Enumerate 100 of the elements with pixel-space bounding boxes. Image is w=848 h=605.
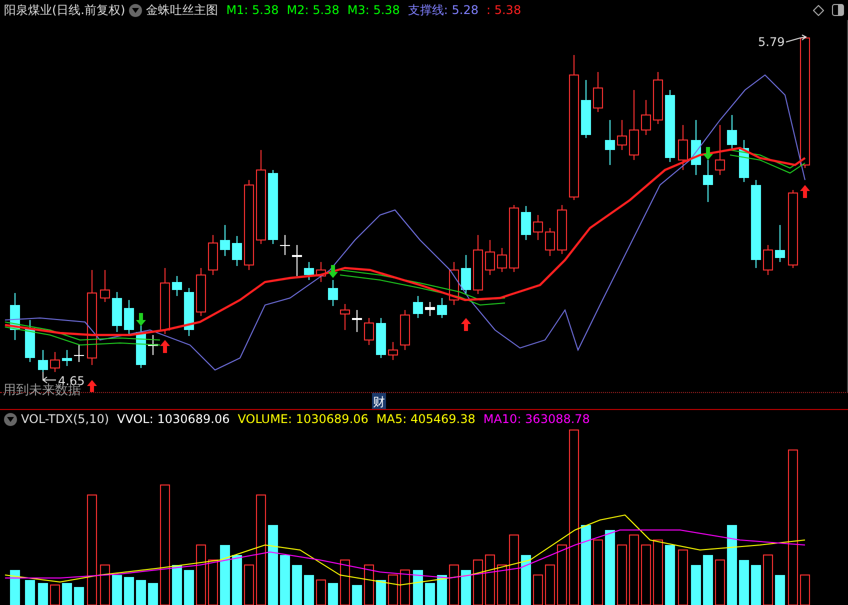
- axis-marker-label: 财: [372, 393, 386, 409]
- diamond-icon[interactable]: [813, 4, 824, 16]
- volume-bar: [739, 560, 749, 605]
- volume-bar: [400, 570, 410, 605]
- volume-bar: [220, 545, 230, 605]
- volume-bar: [208, 560, 218, 605]
- legend-value: VOLUME: 1030689.06: [238, 411, 368, 428]
- volume-bar: [25, 580, 35, 605]
- volume-bar: [196, 544, 206, 605]
- candlestick: [328, 280, 338, 306]
- candlestick: [74, 344, 84, 362]
- candlestick: [316, 262, 326, 282]
- volume-bar: [136, 580, 146, 605]
- volume-bar: [545, 564, 555, 605]
- volume-bar: [112, 575, 122, 605]
- candlestick: [509, 204, 519, 272]
- candlestick: [763, 244, 773, 276]
- candlestick: [461, 254, 471, 296]
- candlestick: [617, 120, 627, 150]
- indicator-name[interactable]: 金蛛吐丝主图: [146, 1, 218, 19]
- panel-toggle-icon[interactable]: [832, 4, 844, 16]
- volume-bar: [292, 565, 302, 605]
- candlestick: [25, 320, 35, 362]
- legend-value: : 5.38: [486, 2, 522, 19]
- volume-bar: [388, 574, 398, 605]
- stock-title: 阳泉煤业(日线.前复权): [4, 2, 126, 19]
- legend-value: VVOL: 1030689.06: [117, 411, 230, 428]
- volume-bar: [425, 583, 435, 605]
- buy-arrow-icon: [461, 318, 471, 331]
- volume-bar: [751, 565, 761, 605]
- candlestick: [629, 90, 639, 160]
- volume-bar: [485, 554, 495, 605]
- volume-bar: [352, 585, 362, 605]
- volume-bar: [678, 550, 688, 605]
- volume-bar: [497, 564, 507, 605]
- legend-value: M3: 5.38: [347, 2, 400, 19]
- candlestick: [485, 240, 495, 276]
- candlestick: [413, 296, 423, 318]
- candlestick: [775, 224, 785, 262]
- sell-arrow-icon: [703, 147, 713, 160]
- candlestick: [364, 318, 374, 346]
- candlestick: [653, 72, 663, 124]
- high-pointer-arrow: [786, 34, 807, 42]
- volume-bar: [775, 575, 785, 605]
- collapse-toggle-icon[interactable]: [129, 4, 142, 16]
- candlestick: [678, 124, 688, 170]
- volume-bar: [691, 565, 701, 605]
- candlestick: [220, 224, 230, 256]
- volume-bar: [703, 555, 713, 605]
- candlestick: [557, 204, 567, 254]
- volume-bar: [50, 584, 60, 605]
- candlestick: [352, 310, 362, 332]
- volume-bar: [413, 570, 423, 605]
- candlestick: [593, 72, 603, 112]
- candlestick: [50, 352, 60, 372]
- legend-value: 支撑线: 5.28: [408, 2, 478, 19]
- candlestick: [100, 270, 110, 302]
- volume-bar: [376, 580, 386, 605]
- indicator-name[interactable]: VOL-TDX(5,10): [21, 410, 110, 428]
- candlestick: [208, 234, 218, 276]
- legend-value: MA5: 405469.38: [376, 411, 476, 428]
- volume-bar: [148, 583, 158, 605]
- volume-bar: [304, 575, 314, 605]
- candlestick: [280, 234, 290, 256]
- volume-bar: [244, 564, 254, 605]
- collapse-toggle-icon[interactable]: [4, 412, 17, 426]
- volume-bar: [461, 570, 471, 605]
- candlestick: [473, 234, 483, 294]
- volume-bar: [629, 534, 639, 605]
- volume-bar: [653, 540, 663, 605]
- volume-bar: [593, 540, 603, 605]
- candlestick: [715, 124, 725, 176]
- sell-arrow-icon: [328, 265, 338, 278]
- candlestick: [124, 300, 134, 336]
- buy-arrow-icon: [87, 380, 97, 392]
- candlestick: [533, 214, 543, 240]
- candlestick: [232, 236, 242, 266]
- volume-bar: [763, 554, 773, 605]
- candlestick: [727, 114, 737, 150]
- volume-bar: [617, 544, 627, 605]
- candlestick: [340, 304, 350, 330]
- legend-value: M1: 5.38: [226, 2, 279, 19]
- candlestick: [605, 120, 615, 166]
- volume-bar: [557, 544, 567, 605]
- volume-bar: [509, 534, 519, 605]
- candlestick: [581, 80, 591, 138]
- buy-arrow-icon: [800, 185, 810, 198]
- volume-bar: [800, 574, 810, 605]
- candlestick: [691, 120, 701, 176]
- legend-value: M2: 5.38: [286, 2, 340, 19]
- volume-bar: [449, 564, 459, 605]
- candlestick: [400, 310, 410, 350]
- volume-bar: [74, 587, 84, 605]
- high-price-label: 5.79: [758, 36, 785, 48]
- volume-bar: [533, 574, 543, 605]
- candlestick: [10, 292, 20, 340]
- volume-bar: [184, 570, 194, 605]
- candlestick: [160, 268, 170, 334]
- volume-bar: [473, 560, 483, 605]
- candlestick: [437, 298, 447, 318]
